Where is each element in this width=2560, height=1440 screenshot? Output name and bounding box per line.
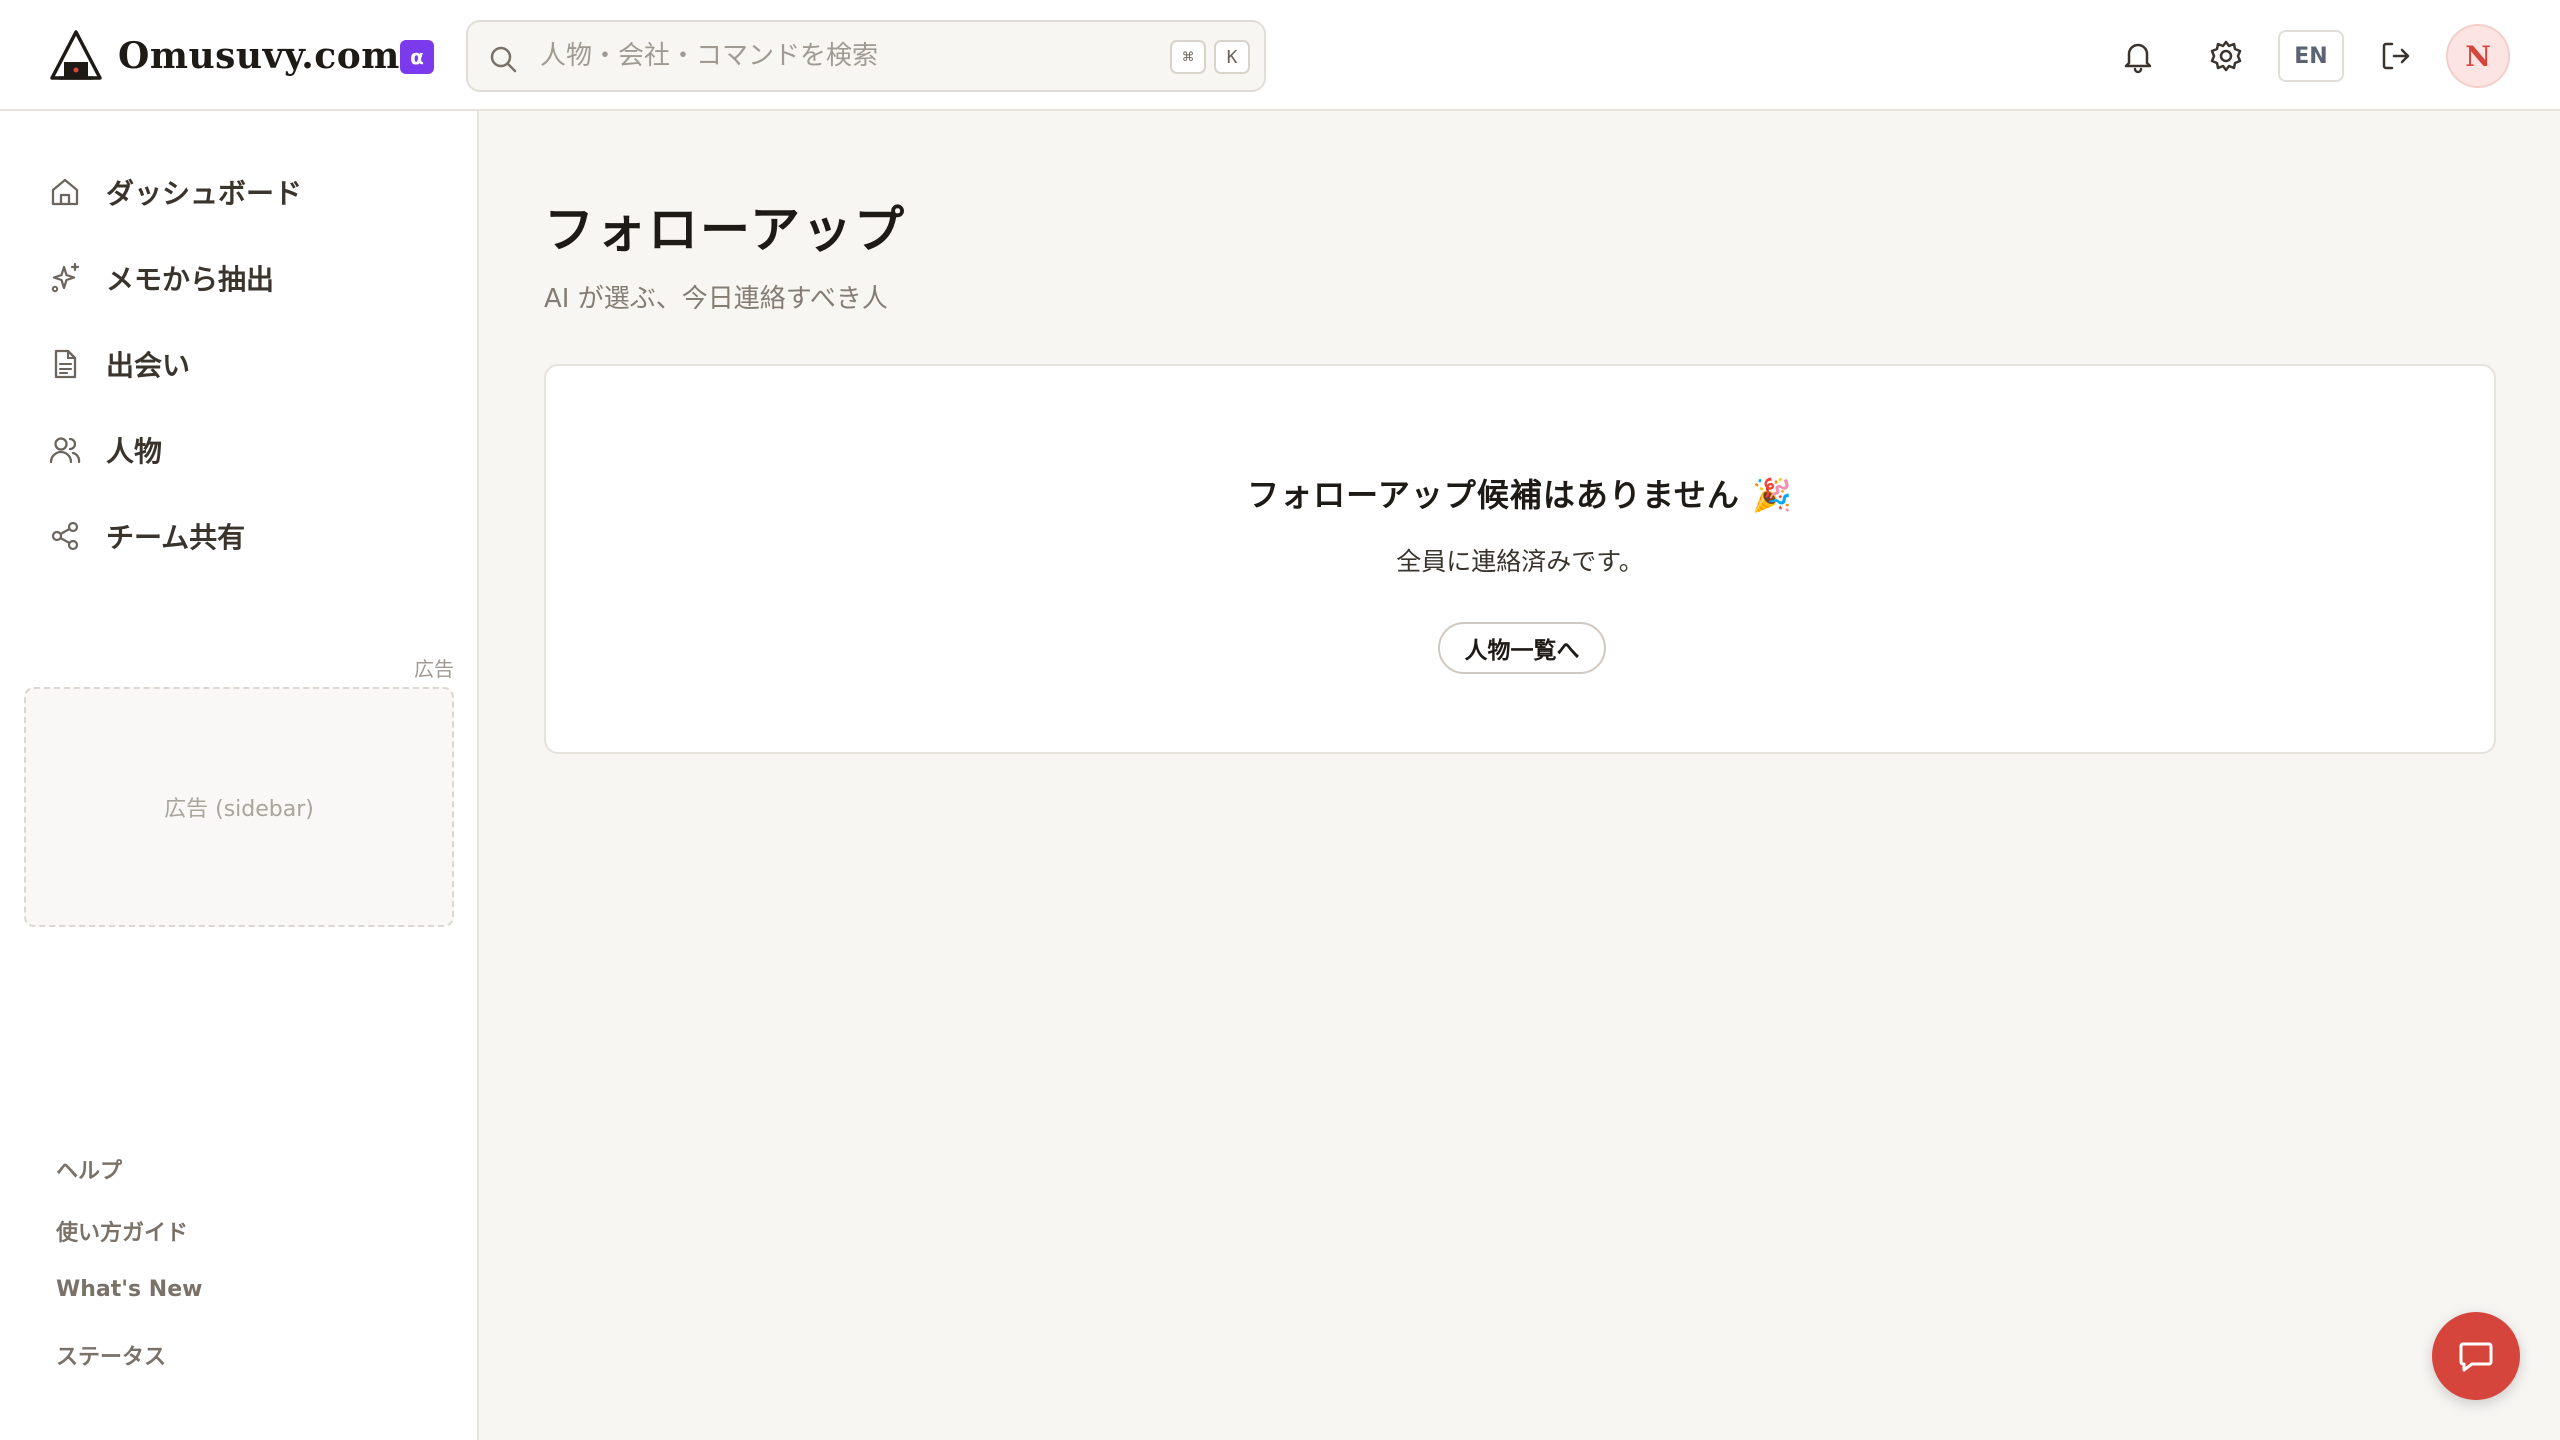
ad-label: 広告 bbox=[414, 657, 454, 681]
shortcut-k-key: K bbox=[1214, 40, 1250, 74]
logo-text: Omusuvy.com bbox=[118, 35, 400, 77]
logout-icon bbox=[2382, 42, 2410, 70]
sidebar-item-dashboard[interactable]: ダッシュボード bbox=[48, 167, 448, 217]
document-icon bbox=[54, 349, 77, 379]
sidebar-item-label: 出会い bbox=[106, 349, 191, 382]
sidebar-item-label: メモから抽出 bbox=[106, 263, 275, 296]
bell-icon bbox=[2124, 43, 2152, 74]
whats-new-link[interactable]: What's New bbox=[56, 1277, 202, 1302]
language-toggle-button[interactable]: EN bbox=[2278, 30, 2344, 82]
go-to-people-list-button[interactable]: 人物一覧へ bbox=[1438, 622, 1606, 674]
sidebar-item-extract-from-memo[interactable]: メモから抽出 bbox=[48, 253, 448, 303]
search-input[interactable] bbox=[540, 34, 1100, 78]
usage-guide-link[interactable]: 使い方ガイド bbox=[56, 1215, 188, 1247]
search-bar[interactable]: ⌘ K bbox=[466, 20, 1266, 92]
empty-state-title: フォローアップ候補はありません 🎉 bbox=[1247, 476, 1793, 514]
settings-button[interactable] bbox=[2206, 36, 2246, 76]
empty-state-description: 全員に連絡済みです。 bbox=[1396, 547, 1644, 576]
sidebar-item-people[interactable]: 人物 bbox=[48, 425, 448, 475]
ad-placeholder-text: 広告 (sidebar) bbox=[164, 797, 314, 822]
chat-support-button[interactable] bbox=[2432, 1312, 2520, 1400]
logout-button[interactable] bbox=[2376, 36, 2416, 76]
search-icon bbox=[490, 46, 517, 73]
notifications-button[interactable] bbox=[2118, 36, 2158, 76]
chat-bubble-icon bbox=[2459, 1342, 2493, 1372]
help-link[interactable]: ヘルプ bbox=[56, 1153, 122, 1185]
sparkles-icon bbox=[51, 262, 80, 293]
page-subtitle: AI が選ぶ、今日連絡すべき人 bbox=[544, 284, 888, 314]
top-header: Omusuvy.com α ⌘ K EN N bbox=[0, 0, 2560, 111]
users-icon bbox=[49, 437, 81, 464]
empty-state-card: フォローアップ候補はありません 🎉 全員に連絡済みです。 人物一覧へ bbox=[544, 364, 2496, 754]
alpha-badge: α bbox=[400, 40, 434, 74]
user-avatar[interactable]: N bbox=[2446, 24, 2510, 88]
page-title: フォローアップ bbox=[544, 200, 906, 259]
logo[interactable]: Omusuvy.com bbox=[48, 28, 400, 84]
sidebar-item-label: 人物 bbox=[106, 435, 163, 468]
status-link[interactable]: ステータス bbox=[56, 1339, 166, 1371]
sidebar-item-team-share[interactable]: チーム共有 bbox=[48, 511, 448, 561]
share-icon bbox=[51, 521, 79, 551]
sidebar-item-encounters[interactable]: 出会い bbox=[48, 339, 448, 389]
home-icon bbox=[51, 178, 79, 206]
gear-icon bbox=[2210, 40, 2242, 72]
shortcut-modifier-key: ⌘ bbox=[1170, 40, 1206, 74]
sidebar: ダッシュボード メモから抽出 出会い 人物 チーム共有 広告 広告 (sideb… bbox=[0, 111, 479, 1440]
sidebar-item-label: チーム共有 bbox=[106, 521, 246, 554]
sidebar-item-label: ダッシュボード bbox=[106, 177, 303, 210]
onigiri-logo-icon bbox=[50, 30, 102, 80]
sidebar-ad-slot: 広告 (sidebar) bbox=[24, 687, 454, 927]
